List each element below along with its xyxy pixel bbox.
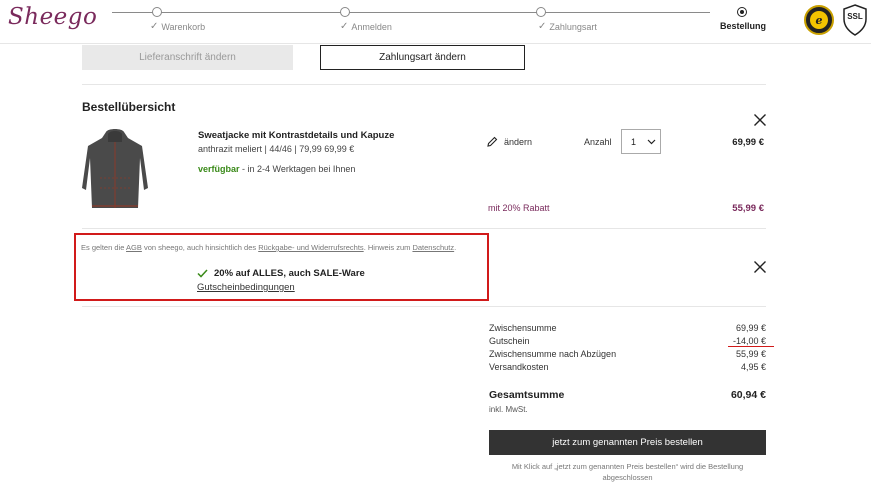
product-meta: anthrazit meliert | 44/46 | 79,99 69,99 …: [198, 144, 355, 154]
remove-voucher-close-icon[interactable]: [753, 260, 767, 274]
voucher-title: 20% auf ALLES, auch SALE-Ware: [197, 268, 365, 279]
terms-text: . Hinweis zum: [363, 243, 413, 252]
summary-row-subtotal: Zwischensumme 69,99 €: [489, 323, 766, 333]
summary-value: -14,00 €: [732, 336, 766, 346]
remove-product-close-icon[interactable]: [753, 113, 767, 127]
summary-row-subtotal-after: Zwischensumme nach Abzügen 55,99 €: [489, 349, 766, 359]
product-image[interactable]: [78, 128, 152, 212]
place-order-button[interactable]: jetzt zum genannten Preis bestellen: [489, 430, 766, 455]
check-icon: ✓: [538, 21, 547, 32]
summary-row-voucher: Gutschein -14,00 €: [489, 336, 766, 346]
discount-price: 55,99 €: [732, 203, 764, 214]
check-icon: ✓: [150, 21, 159, 32]
summary-label: Zwischensumme: [489, 323, 557, 333]
summary-value: 55,99 €: [735, 349, 766, 359]
chevron-down-icon: [647, 139, 656, 144]
discount-label: mit 20% Rabatt: [488, 203, 550, 213]
edit-label: ändern: [504, 136, 533, 147]
change-address-button[interactable]: Lieferanschrift ändern: [82, 45, 293, 70]
order-note: Mit Klick auf „jetzt zum genannten Preis…: [511, 462, 744, 482]
ssl-label: SSL: [847, 12, 863, 21]
summary-value: 4,95 €: [740, 362, 766, 372]
voucher-value-underline: [728, 346, 774, 347]
terms-notice: Es gelten die AGB von sheego, auch hinsi…: [81, 243, 456, 252]
return-policy-link[interactable]: Rückgabe- und Widerrufsrechts: [258, 243, 363, 252]
step-dot: [151, 7, 162, 17]
edit-product-button[interactable]: ändern: [487, 136, 532, 147]
check-icon: [197, 269, 208, 278]
change-payment-button[interactable]: Zahlungsart ändern: [320, 45, 525, 70]
summary-label: Gutschein: [489, 336, 530, 346]
divider: [82, 306, 766, 307]
step-label: Bestellung: [720, 21, 767, 31]
summary-row-shipping: Versandkosten 4,95 €: [489, 362, 766, 372]
step-label: Warenkorb: [161, 21, 206, 32]
checkout-header: Sheego ✓ Warenkorb ✓ Anmelden ✓ Zahlungsart…: [0, 0, 871, 44]
voucher-title-text: 20% auf ALLES, auch SALE-Ware: [214, 268, 365, 279]
availability: verfügbar - in 2-4 Werktagen bei Ihnen: [198, 164, 355, 174]
order-overview-title: Bestellübersicht: [82, 100, 176, 114]
privacy-link[interactable]: Datenschutz: [412, 243, 454, 252]
voucher-conditions-link[interactable]: Gutscheinbedingungen: [197, 282, 295, 293]
divider: [82, 84, 766, 85]
summary-label: Versandkosten: [489, 362, 549, 372]
step-bestellung: Bestellung: [687, 7, 766, 37]
step-warenkorb[interactable]: ✓ Warenkorb: [108, 7, 205, 37]
quantity-value: 1: [631, 136, 637, 147]
total-label: Gesamtsumme: [489, 389, 565, 401]
step-dot-active: [736, 7, 747, 17]
quantity-label: Anzahl: [584, 137, 612, 147]
step-label: Zahlungsart: [549, 21, 597, 32]
sheego-logo[interactable]: Sheego: [8, 4, 97, 30]
trusted-shops-badge[interactable]: e: [804, 5, 834, 35]
trusted-shops-icon: e: [810, 11, 828, 29]
total-value: 60,94 €: [730, 389, 766, 401]
vat-note: inkl. MwSt.: [489, 405, 528, 414]
availability-status: verfügbar: [198, 164, 240, 174]
product-name[interactable]: Sweatjacke mit Kontrastdetails und Kapuz…: [198, 130, 394, 141]
product-price: 69,99 €: [732, 137, 764, 148]
summary-label: Zwischensumme nach Abzügen: [489, 349, 617, 359]
terms-text: von sheego, auch hinsichtlich des: [141, 243, 259, 252]
availability-text: - in 2-4 Werktagen bei Ihnen: [239, 164, 356, 174]
step-anmelden[interactable]: ✓ Anmelden: [298, 7, 392, 37]
divider: [82, 228, 766, 229]
step-dot: [536, 7, 547, 17]
agb-link[interactable]: AGB: [126, 243, 142, 252]
ssl-badge: SSL: [842, 4, 868, 36]
step-dot: [339, 7, 350, 17]
summary-total: Gesamtsumme 60,94 €: [489, 389, 766, 401]
terms-text: Es gelten die: [81, 243, 127, 252]
terms-text: .: [454, 243, 457, 252]
step-label: Anmelden: [351, 21, 392, 32]
quantity-select[interactable]: 1: [621, 129, 661, 154]
summary-value: 69,99 €: [735, 323, 766, 333]
check-icon: ✓: [340, 21, 349, 32]
pencil-icon: [487, 136, 498, 147]
step-zahlungsart[interactable]: ✓ Zahlungsart: [486, 7, 597, 37]
